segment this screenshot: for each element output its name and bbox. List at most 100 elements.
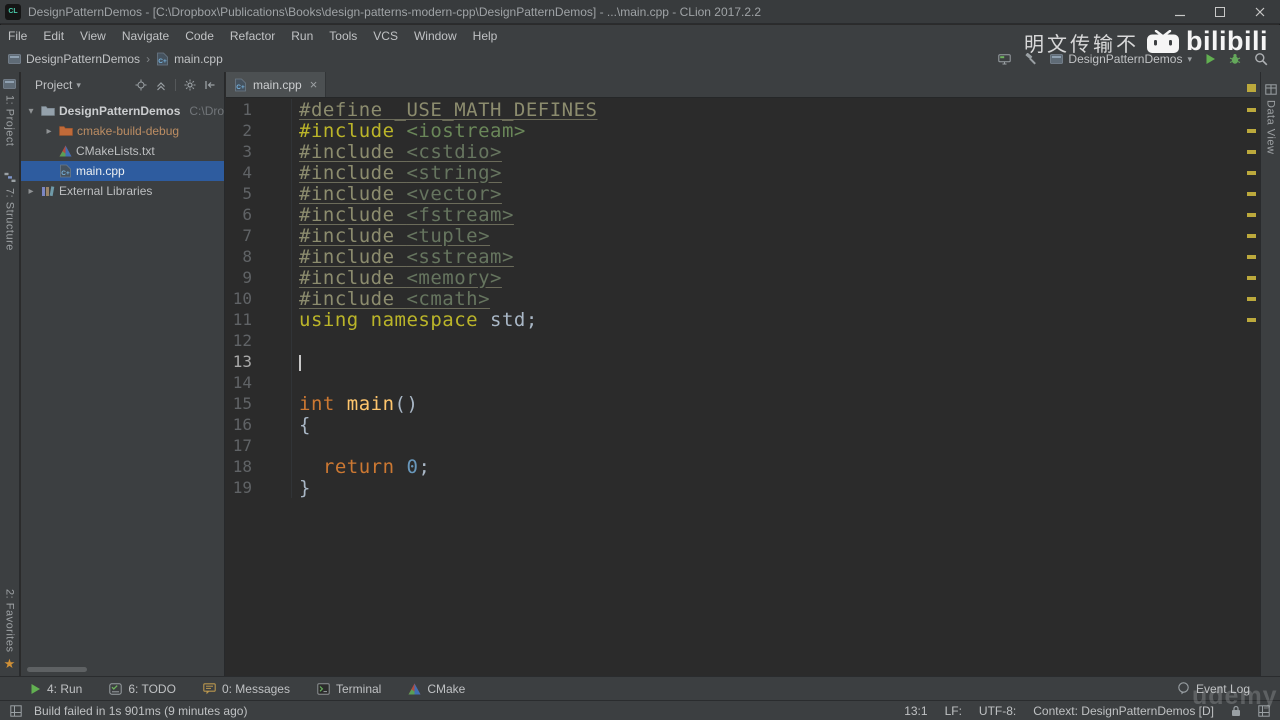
toolwindow-layout-icon[interactable] [998, 53, 1012, 65]
toolwindow-switcher-icon[interactable] [10, 704, 22, 717]
tree-item-main-cpp[interactable]: C+ main.cpp [21, 161, 224, 181]
collapse-all-icon[interactable] [155, 79, 167, 91]
toolwindow-button-terminal[interactable]: Terminal [317, 682, 381, 696]
tree-item-cmakelists-txt[interactable]: CMakeLists.txt [21, 141, 224, 161]
code-line-14[interactable]: 14 [226, 372, 1244, 393]
toolwindow-button-favorites[interactable]: 2: Favorites ★ [4, 583, 16, 676]
editor-tab-bar: C+ main.cpp × [226, 72, 1260, 98]
code-line-7[interactable]: 7 #include <tuple> [226, 225, 1244, 247]
tree-item-cmake-build-debug[interactable]: ▸ cmake-build-debug [21, 121, 224, 141]
caret-position-widget[interactable]: 13:1 [904, 704, 927, 718]
toolwindow-button-project[interactable]: 1: Project [3, 72, 16, 152]
code-line-12[interactable]: 12 [226, 330, 1244, 351]
code-line-text: #include <cstdio> [292, 141, 502, 163]
line-number: 11 [232, 310, 252, 329]
gutter-space [252, 183, 292, 204]
code-line-text: #include <tuple> [292, 225, 490, 247]
menu-code[interactable]: Code [177, 29, 222, 43]
warning-stripe-mark[interactable] [1247, 108, 1256, 112]
toolwindow-button-cmake[interactable]: CMake [408, 682, 465, 696]
gutter-space [252, 351, 292, 372]
tree-arrow-collapsed-icon[interactable]: ▸ [25, 186, 37, 197]
code-token: <tuple> [406, 224, 491, 247]
code-line-text: #include <fstream> [292, 204, 514, 226]
warning-stripe-mark[interactable] [1247, 150, 1256, 154]
code-line-1[interactable]: 1 #define _USE_MATH_DEFINES [226, 99, 1244, 121]
toolwindow-button-structure[interactable]: 7: Structure [4, 166, 16, 257]
status-message[interactable]: Build failed in 1s 901ms (9 minutes ago) [34, 704, 247, 718]
code-line-16[interactable]: 16 { [226, 414, 1244, 436]
menu-edit[interactable]: Edit [35, 29, 72, 43]
code-line-15[interactable]: 15 int main() [226, 392, 1244, 415]
code-line-8[interactable]: 8 #include <sstream> [226, 246, 1244, 268]
code-line-10[interactable]: 10 #include <cmath> [226, 287, 1244, 310]
code-line-9[interactable]: 9 #include <memory> [226, 267, 1244, 289]
warning-stripe-mark[interactable] [1247, 213, 1256, 217]
menu-view[interactable]: View [72, 29, 114, 43]
code-line-5[interactable]: 5 #include <vector> [226, 183, 1244, 205]
editor-tab-main-cpp[interactable]: C+ main.cpp × [226, 72, 327, 97]
menu-tools[interactable]: Tools [321, 29, 365, 43]
menu-navigate[interactable]: Navigate [114, 29, 177, 43]
tree-item-external-libraries[interactable]: ▸ External Libraries [21, 181, 224, 201]
minimize-button[interactable] [1160, 0, 1200, 23]
code-editor[interactable]: 1 #define _USE_MATH_DEFINES 2 #include <ios… [226, 99, 1244, 676]
error-stripe[interactable] [1244, 99, 1260, 676]
line-separator-widget[interactable]: LF: [945, 704, 962, 718]
gutter-space [252, 120, 292, 141]
breadcrumb-main-cpp[interactable]: C+ main.cpp [156, 52, 223, 66]
hide-panel-icon[interactable] [204, 79, 216, 91]
encoding-widget[interactable]: UTF-8: [979, 704, 1016, 718]
menu-file[interactable]: File [0, 29, 35, 43]
code-token: main [346, 392, 395, 415]
horizontal-scrollbar[interactable] [27, 667, 219, 672]
menu-vcs[interactable]: VCS [365, 29, 406, 43]
warning-stripe-mark[interactable] [1247, 171, 1256, 175]
code-line-11[interactable]: 11 using namespace std; [226, 309, 1244, 331]
code-line-6[interactable]: 6 #include <fstream> [226, 204, 1244, 226]
maximize-button[interactable] [1200, 0, 1240, 23]
menu-help[interactable]: Help [465, 29, 506, 43]
tree-item-designpatterndemos[interactable]: ▾ DesignPatternDemos C:\Drop [21, 101, 224, 121]
chevron-down-icon[interactable]: ▾ [76, 80, 81, 91]
code-line-2[interactable]: 2 #include <iostream> [226, 120, 1244, 142]
code-line-19[interactable]: 19} [226, 477, 1244, 499]
scrollbar-thumb[interactable] [27, 667, 87, 672]
tree-arrow-collapsed-icon[interactable]: ▸ [43, 126, 55, 137]
warning-stripe-mark[interactable] [1247, 192, 1256, 196]
warning-stripe-mark[interactable] [1247, 318, 1256, 322]
cpp-file-icon: C+ [59, 164, 72, 178]
code-line-3[interactable]: 3 #include <cstdio> [226, 141, 1244, 163]
menu-run[interactable]: Run [283, 29, 321, 43]
code-line-4[interactable]: 4 #include <string> [226, 162, 1244, 184]
locate-file-icon[interactable] [135, 79, 147, 91]
toolwindow-button-0-messages[interactable]: 0: Messages [203, 682, 290, 696]
menu-refactor[interactable]: Refactor [222, 29, 283, 43]
code-line-18[interactable]: 18 return 0; [226, 456, 1244, 478]
code-token: <cmath> [406, 287, 491, 310]
toolwindow-button-4-run[interactable]: 4: Run [30, 682, 82, 696]
close-button[interactable] [1240, 0, 1280, 23]
tree-arrow-expanded-icon[interactable]: ▾ [25, 106, 37, 117]
settings-gear-icon[interactable] [184, 79, 196, 91]
context-widget[interactable]: Context: DesignPatternDemos [D] [1033, 704, 1214, 718]
code-line-13[interactable]: 13 [226, 351, 1244, 372]
toolwindow-button-data-view[interactable]: Data View [1265, 78, 1277, 160]
warning-stripe-mark[interactable] [1247, 297, 1256, 301]
warning-stripe-mark[interactable] [1247, 276, 1256, 280]
code-line-17[interactable]: 17 [226, 435, 1244, 456]
breadcrumb-designpatterndemos[interactable]: DesignPatternDemos [8, 52, 140, 66]
code-line-text: #include <vector> [292, 183, 502, 205]
breadcrumb-separator-icon: › [146, 52, 151, 66]
warning-stripe-mark[interactable] [1247, 255, 1256, 259]
project-panel-title[interactable]: Project [35, 78, 72, 92]
inspection-status-indicator[interactable] [1247, 84, 1256, 92]
toolwindow-button-6-todo[interactable]: 6: TODO [109, 682, 176, 696]
gutter-space [252, 435, 292, 456]
warning-stripe-mark[interactable] [1247, 129, 1256, 133]
warning-stripe-mark[interactable] [1247, 234, 1256, 238]
close-tab-icon[interactable]: × [310, 78, 318, 91]
menu-window[interactable]: Window [406, 29, 465, 43]
